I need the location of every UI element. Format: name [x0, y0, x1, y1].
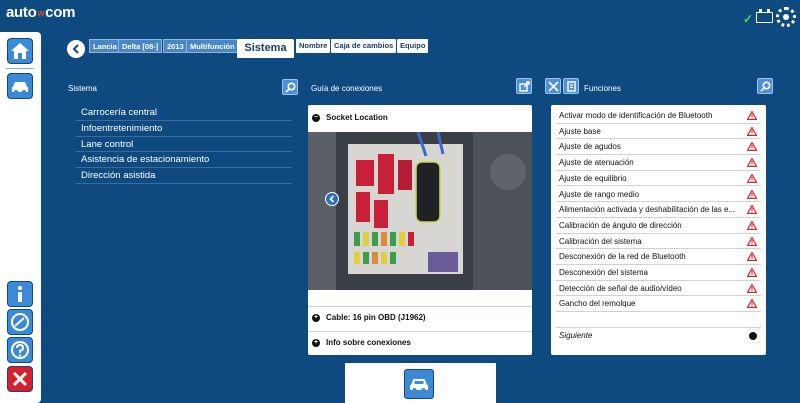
sistema-search-button[interactable]	[282, 79, 298, 95]
home-icon	[11, 43, 29, 59]
app-logo: autowcom	[6, 4, 75, 21]
connection-info-row[interactable]: + Info sobre conexiones	[308, 331, 532, 353]
close-icon	[12, 371, 28, 387]
chevron-left-icon	[329, 195, 335, 203]
warning-icon	[747, 158, 757, 168]
warning-icon	[747, 142, 757, 152]
help-button[interactable]	[7, 337, 33, 363]
warning-icon	[747, 252, 757, 262]
cable-label: Cable: 16 pin OBD (J1962)	[326, 313, 426, 322]
function-item[interactable]: Alimentación activada y deshabilitación …	[556, 202, 761, 218]
sistema-item-lane-control[interactable]: Lane control	[75, 137, 291, 153]
collapse-icon: −	[312, 114, 320, 122]
warning-icon	[747, 126, 757, 136]
warning-icon	[747, 173, 757, 183]
fuse-box-image	[308, 132, 532, 290]
chevron-right-icon[interactable]	[749, 332, 757, 340]
left-sidebar	[0, 32, 41, 403]
tools-icon	[547, 80, 559, 92]
cable-row[interactable]: + Cable: 16 pin OBD (J1962)	[308, 306, 532, 328]
module-icon	[566, 80, 576, 92]
plug-icon	[11, 313, 29, 331]
photo-previous-button[interactable]	[325, 192, 339, 206]
functions-search-button[interactable]	[757, 78, 773, 94]
connections-title: Guía de conexiones	[311, 84, 383, 93]
functions-panel: Activar modo de identificación de Blueto…	[551, 105, 766, 355]
vehicle-action-button[interactable]	[404, 369, 434, 399]
function-item[interactable]: Ajuste de equilibrio	[556, 171, 761, 187]
sistema-item-carroceria[interactable]: Carrocería central	[75, 105, 291, 121]
logo-text-left: auto	[6, 4, 37, 21]
info-button[interactable]	[7, 281, 33, 307]
functions-title: Funciones	[584, 84, 621, 93]
warning-icon	[747, 283, 757, 293]
socket-location-row[interactable]: − Socket Location	[308, 107, 532, 125]
search-icon	[284, 81, 296, 93]
info-icon	[18, 286, 22, 302]
battery-icon	[756, 9, 773, 23]
function-item[interactable]: Calibración de ángulo de dirección	[556, 218, 761, 234]
function-item[interactable]: Gancho del remolque	[556, 296, 761, 313]
warning-icon	[747, 299, 757, 309]
module-button[interactable]	[563, 78, 579, 94]
sistema-item-direccion[interactable]: Dirección asistida	[75, 168, 291, 184]
logo-text-mid: w	[37, 8, 45, 19]
connections-panel: − Socket Location + Cable: 16 pin OBD (J…	[308, 105, 532, 355]
warning-icon	[747, 111, 757, 120]
close-button[interactable]	[7, 366, 33, 392]
function-item[interactable]: Ajuste de atenuación	[556, 155, 761, 171]
function-item[interactable]: Activar modo de identificación de Blueto…	[556, 108, 761, 124]
car-icon	[410, 379, 428, 392]
sistema-item-infoentretenimiento[interactable]: Infoentretenimiento	[75, 121, 291, 137]
connections-expand-button[interactable]	[516, 78, 532, 94]
connection-button[interactable]	[7, 309, 33, 335]
help-icon	[11, 341, 29, 359]
function-item[interactable]: Ajuste de agudos	[556, 139, 761, 156]
sistema-list: Carrocería central Infoentretenimiento L…	[75, 105, 291, 184]
breadcrumb-category[interactable]: Multifunción	[186, 39, 239, 53]
connection-info-label: Info sobre conexiones	[326, 338, 411, 347]
function-item[interactable]: Ajuste base	[556, 124, 761, 140]
tab-caja-de-cambios[interactable]: Caja de cambios	[331, 39, 397, 53]
vehicle-diagnostics-button[interactable]	[7, 73, 33, 99]
tools-button[interactable]	[545, 78, 561, 94]
sistema-title: Sistema	[68, 84, 97, 93]
warning-icon	[747, 220, 757, 230]
connector-photo	[308, 132, 532, 290]
socket-location-label: Socket Location	[326, 113, 388, 122]
logo-text-right: com	[45, 4, 76, 21]
search-icon	[759, 80, 771, 92]
back-button[interactable]	[67, 40, 85, 58]
next-page-row[interactable]: Siguiente	[556, 327, 761, 343]
expand-icon: +	[312, 339, 320, 347]
chevron-left-icon	[72, 44, 79, 54]
sistema-item-asistencia[interactable]: Asistencia de estacionamiento	[75, 152, 291, 169]
breadcrumb-model[interactable]: Delta [08-]	[118, 39, 163, 53]
function-item[interactable]: Ajuste de rango medio	[556, 187, 761, 203]
top-bar: autowcom ✓	[0, 0, 800, 32]
function-item[interactable]: Desconexión de la red de Bluetooth	[556, 249, 761, 265]
breadcrumb-year[interactable]: 2013	[163, 39, 188, 53]
sidebar-divider	[6, 68, 34, 69]
gear-icon[interactable]	[776, 7, 796, 27]
external-link-icon	[518, 80, 530, 92]
breadcrumb-make[interactable]: Lancia	[89, 39, 121, 53]
function-item[interactable]: Desconexión del sistema	[556, 265, 761, 281]
next-page-label: Siguiente	[559, 331, 593, 340]
function-item[interactable]: Calibración del sistema	[556, 234, 761, 250]
warning-icon	[747, 236, 757, 246]
warning-icon	[747, 205, 757, 215]
car-icon	[12, 82, 28, 94]
tab-nombre[interactable]: Nombre	[296, 39, 331, 53]
function-item[interactable]: Detección de señal de audio/vídeo	[556, 281, 761, 297]
expand-icon: +	[312, 314, 320, 322]
tab-sistema[interactable]: Sistema	[237, 39, 294, 58]
warning-icon	[747, 268, 757, 277]
home-button[interactable]	[7, 38, 33, 64]
tab-equipo[interactable]: Equipo	[397, 39, 429, 53]
warning-icon	[747, 189, 757, 199]
check-icon: ✓	[743, 12, 754, 26]
bottom-action-area	[345, 363, 496, 403]
